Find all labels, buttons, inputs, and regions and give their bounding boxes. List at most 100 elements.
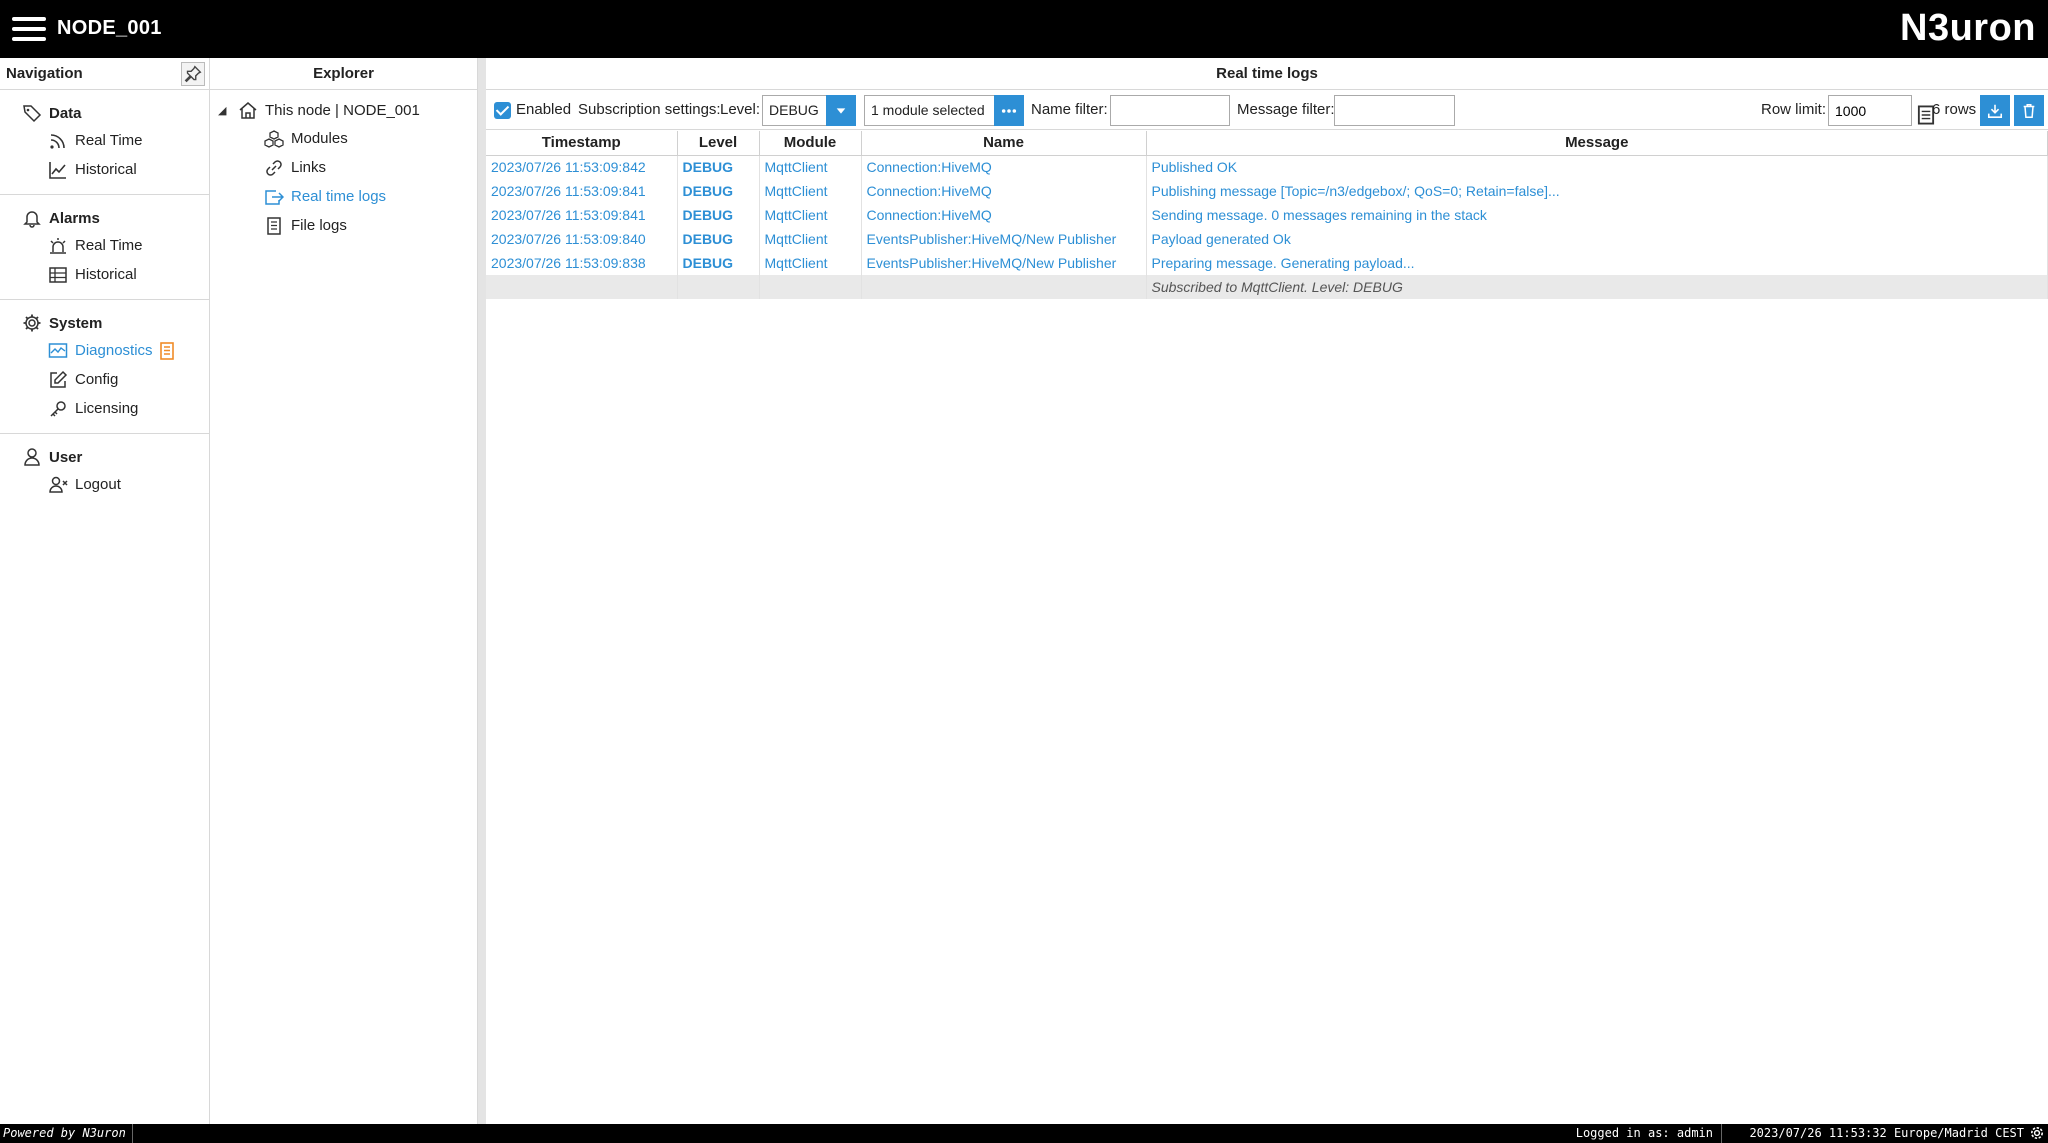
nav-section-title-user[interactable]: User: [0, 444, 209, 470]
document-badge-icon: [157, 341, 177, 361]
nav-item-label: Real Time: [75, 237, 143, 254]
rows-count-icon: [1916, 105, 1935, 125]
panel-splitter[interactable]: [478, 58, 486, 1124]
nav-section-title-system[interactable]: System: [0, 310, 209, 336]
table-row[interactable]: 2023/07/26 11:53:09:841 DEBUG MqttClient…: [486, 179, 2048, 203]
status-bar: Powered by N3uron Logged in as: admin 20…: [0, 1124, 2048, 1143]
name-filter-input[interactable]: [1110, 95, 1230, 126]
powered-by-text: Powered by N3uron: [0, 1124, 133, 1143]
table-row[interactable]: 2023/07/26 11:53:09:840 DEBUG MqttClient…: [486, 227, 2048, 251]
row-limit-input[interactable]: [1828, 95, 1912, 126]
tree-root-node[interactable]: ◢ This node | NODE_001: [210, 96, 477, 124]
table-row[interactable]: 2023/07/26 11:53:09:841 DEBUG MqttClient…: [486, 203, 2048, 227]
column-header-module[interactable]: Module: [759, 131, 862, 156]
level-dropdown-button[interactable]: [826, 95, 856, 126]
cell-module: MqttClient: [759, 179, 862, 203]
level-label: Level:: [720, 101, 761, 118]
cell-message: Publishing message [Topic=/n3/edgebox/; …: [1146, 179, 2048, 203]
nav-item-data-realtime[interactable]: Real Time: [0, 126, 209, 155]
cell-timestamp: 2023/07/26 11:53:09:840: [486, 227, 678, 251]
enabled-checkbox[interactable]: [494, 102, 511, 119]
top-bar: NODE_001 N3uron: [0, 0, 2048, 58]
nav-section-label: Alarms: [49, 209, 100, 227]
cell-message: Payload generated Ok: [1146, 227, 2048, 251]
table-row[interactable]: 2023/07/26 11:53:09:838 DEBUG MqttClient…: [486, 251, 2048, 275]
column-header-level[interactable]: Level: [677, 131, 760, 156]
table-row[interactable]: 2023/07/26 11:53:09:842 DEBUG MqttClient…: [486, 155, 2048, 179]
empty-cell: [677, 275, 760, 299]
table-icon: [48, 265, 68, 285]
nav-section-title-data[interactable]: Data: [0, 100, 209, 126]
cell-message: Sending message. 0 messages remaining in…: [1146, 203, 2048, 227]
link-icon: [264, 158, 284, 178]
module-select-button[interactable]: [994, 95, 1024, 126]
nav-section-system: System Diagnostics Config Licensing: [0, 300, 209, 434]
column-header-timestamp[interactable]: Timestamp: [486, 131, 678, 156]
key-icon: [48, 399, 68, 419]
empty-cell: [486, 275, 678, 299]
home-icon: [238, 100, 258, 120]
module-selector[interactable]: 1 module selected: [864, 95, 994, 126]
cell-name: Connection:HiveMQ: [861, 155, 1147, 179]
trash-icon: [2023, 103, 2035, 118]
subscription-settings-label: Subscription settings:: [578, 101, 721, 118]
cell-level: DEBUG: [677, 251, 760, 275]
main-header: Real time logs: [486, 58, 2048, 90]
row-limit-label: Row limit:: [1761, 101, 1827, 118]
cell-name: EventsPublisher:HiveMQ/New Publisher: [861, 227, 1147, 251]
logs-toolbar: Enabled Subscription settings: Level: DE…: [486, 90, 2048, 130]
user-icon: [22, 447, 42, 467]
empty-cell: [759, 275, 862, 299]
nav-item-system-config[interactable]: Config: [0, 365, 209, 394]
file-logs-icon: [264, 216, 284, 236]
nav-item-alarms-historical[interactable]: Historical: [0, 260, 209, 289]
rows-count: 6 rows: [1932, 101, 1977, 118]
diagnostics-icon: [48, 341, 68, 361]
cell-timestamp: 2023/07/26 11:53:09:841: [486, 203, 678, 227]
navigation-panel: Navigation Data Real Time Historical Ala…: [0, 58, 210, 1124]
tree-item-modules[interactable]: Modules: [210, 124, 477, 153]
tree-item-label: Links: [291, 159, 327, 176]
level-select[interactable]: DEBUG: [762, 95, 826, 126]
download-button[interactable]: [1980, 95, 2010, 126]
hamburger-menu-icon[interactable]: [12, 15, 46, 43]
clear-logs-button[interactable]: [2014, 95, 2044, 126]
message-filter-label: Message filter:: [1237, 101, 1335, 118]
nav-section-title-alarms[interactable]: Alarms: [0, 205, 209, 231]
table-header-row: Timestamp Level Module Name Message: [486, 131, 2048, 156]
tree-item-realtime-logs[interactable]: Real time logs: [210, 182, 477, 211]
nav-item-user-logout[interactable]: Logout: [0, 470, 209, 499]
nav-item-alarms-realtime[interactable]: Real Time: [0, 231, 209, 260]
realtime-logs-panel: Real time logs Enabled Subscription sett…: [486, 58, 2048, 1124]
tree-item-file-logs[interactable]: File logs: [210, 211, 477, 240]
log-table: Timestamp Level Module Name Message 2023…: [486, 131, 2048, 299]
alarm-realtime-icon: [48, 236, 68, 256]
nav-item-system-licensing[interactable]: Licensing: [0, 394, 209, 423]
explorer-title: Explorer: [313, 65, 374, 82]
nav-item-label: Historical: [75, 161, 137, 178]
name-filter-label: Name filter:: [1031, 101, 1108, 118]
pin-icon[interactable]: [181, 62, 205, 86]
cell-timestamp: 2023/07/26 11:53:09:841: [486, 179, 678, 203]
bell-icon: [22, 208, 42, 228]
settings-gear-icon[interactable]: [2029, 1125, 2045, 1141]
cell-name: Connection:HiveMQ: [861, 179, 1147, 203]
column-header-message[interactable]: Message: [1146, 131, 2048, 156]
nav-section-label: User: [49, 448, 83, 466]
main-title: Real time logs: [1216, 65, 1318, 82]
explorer-header: Explorer: [210, 58, 477, 90]
navigation-title: Navigation: [6, 65, 83, 82]
cell-message: Published OK: [1146, 155, 2048, 179]
explorer-panel: Explorer ◢ This node | NODE_001 Modules …: [210, 58, 478, 1124]
download-icon: [1987, 104, 2003, 118]
nav-item-label: Logout: [75, 476, 121, 493]
realtime-logs-icon: [264, 187, 284, 207]
column-header-name[interactable]: Name: [861, 131, 1147, 156]
nav-item-system-diagnostics[interactable]: Diagnostics: [0, 336, 209, 365]
collapse-triangle-icon[interactable]: ◢: [218, 104, 232, 117]
nav-item-data-historical[interactable]: Historical: [0, 155, 209, 184]
brand-logo: N3uron: [1900, 7, 2036, 49]
tree-item-links[interactable]: Links: [210, 153, 477, 182]
tree-root-label: This node | NODE_001: [265, 101, 420, 119]
message-filter-input[interactable]: [1334, 95, 1455, 126]
